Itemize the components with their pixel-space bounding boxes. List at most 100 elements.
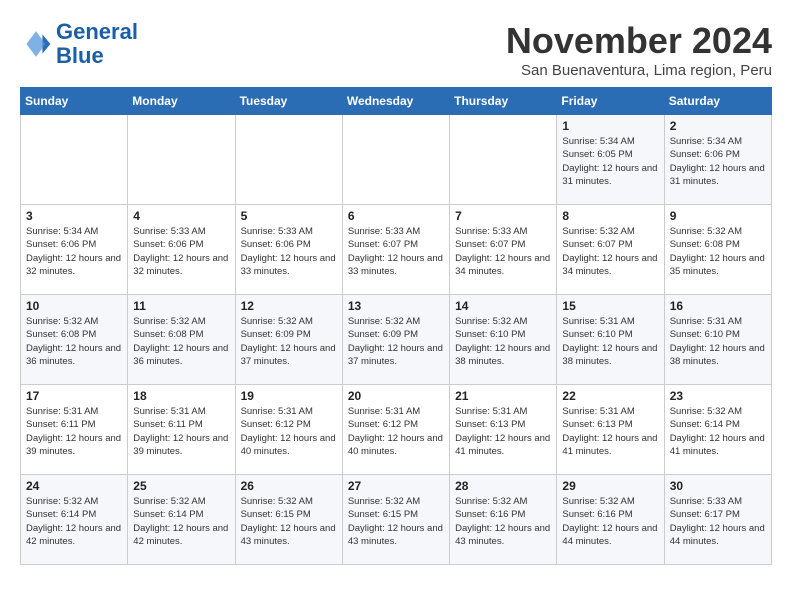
- calendar-cell: 22 Sunrise: 5:31 AM Sunset: 6:13 PM Dayli…: [557, 385, 664, 475]
- day-number: 1: [562, 119, 658, 133]
- day-info: Sunrise: 5:33 AM Sunset: 6:07 PM Dayligh…: [455, 225, 551, 278]
- day-number: 9: [670, 209, 766, 223]
- calendar-cell: 25 Sunrise: 5:32 AM Sunset: 6:14 PM Dayli…: [128, 475, 235, 565]
- calendar-cell: 1 Sunrise: 5:34 AM Sunset: 6:05 PM Daylig…: [557, 115, 664, 205]
- day-info: Sunrise: 5:32 AM Sunset: 6:14 PM Dayligh…: [133, 495, 229, 548]
- day-number: 2: [670, 119, 766, 133]
- calendar-cell: [342, 115, 449, 205]
- calendar-cell: 10 Sunrise: 5:32 AM Sunset: 6:08 PM Dayli…: [21, 295, 128, 385]
- calendar-table: SundayMondayTuesdayWednesdayThursdayFrid…: [20, 87, 772, 565]
- calendar-cell: 15 Sunrise: 5:31 AM Sunset: 6:10 PM Dayli…: [557, 295, 664, 385]
- day-info: Sunrise: 5:31 AM Sunset: 6:13 PM Dayligh…: [562, 405, 658, 458]
- day-number: 15: [562, 299, 658, 313]
- day-number: 5: [241, 209, 337, 223]
- calendar-cell: 5Sunrise: 5:33 AM Sunset: 6:06 PM Daylig…: [235, 205, 342, 295]
- day-info: Sunrise: 5:33 AM Sunset: 6:06 PM Dayligh…: [133, 225, 229, 278]
- month-title: November 2024: [506, 20, 772, 62]
- subtitle: San Buenaventura, Lima region, Peru: [506, 62, 772, 79]
- calendar-cell: 24 Sunrise: 5:32 AM Sunset: 6:14 PM Dayli…: [21, 475, 128, 565]
- calendar-cell: 6 Sunrise: 5:33 AM Sunset: 6:07 PM Daylig…: [342, 205, 449, 295]
- day-info: Sunrise: 5:32 AM Sunset: 6:10 PM Dayligh…: [455, 315, 551, 368]
- calendar-cell: 7 Sunrise: 5:33 AM Sunset: 6:07 PM Daylig…: [450, 205, 557, 295]
- calendar-cell: 9Sunrise: 5:32 AM Sunset: 6:08 PM Daylig…: [664, 205, 771, 295]
- weekday-header: Saturday: [664, 88, 771, 115]
- calendar-week-row: 24 Sunrise: 5:32 AM Sunset: 6:14 PM Dayli…: [21, 475, 772, 565]
- day-info: Sunrise: 5:31 AM Sunset: 6:10 PM Dayligh…: [670, 315, 766, 368]
- day-info: Sunrise: 5:33 AM Sunset: 6:07 PM Dayligh…: [348, 225, 444, 278]
- day-number: 10: [26, 299, 122, 313]
- calendar-week-row: 1 Sunrise: 5:34 AM Sunset: 6:05 PM Daylig…: [21, 115, 772, 205]
- calendar-week-row: 17Sunrise: 5:31 AM Sunset: 6:11 PM Dayli…: [21, 385, 772, 475]
- day-number: 25: [133, 479, 229, 493]
- day-info: Sunrise: 5:31 AM Sunset: 6:11 PM Dayligh…: [133, 405, 229, 458]
- calendar-cell: 4 Sunrise: 5:33 AM Sunset: 6:06 PM Daylig…: [128, 205, 235, 295]
- calendar-cell: 16 Sunrise: 5:31 AM Sunset: 6:10 PM Dayli…: [664, 295, 771, 385]
- day-number: 24: [26, 479, 122, 493]
- calendar-cell: 27 Sunrise: 5:32 AM Sunset: 6:15 PM Dayli…: [342, 475, 449, 565]
- calendar-header-row: SundayMondayTuesdayWednesdayThursdayFrid…: [21, 88, 772, 115]
- calendar-cell: 14 Sunrise: 5:32 AM Sunset: 6:10 PM Dayli…: [450, 295, 557, 385]
- day-number: 14: [455, 299, 551, 313]
- day-number: 6: [348, 209, 444, 223]
- logo: General Blue: [20, 20, 138, 68]
- day-number: 22: [562, 389, 658, 403]
- calendar-cell: 30Sunrise: 5:33 AM Sunset: 6:17 PM Dayli…: [664, 475, 771, 565]
- calendar-body: 1 Sunrise: 5:34 AM Sunset: 6:05 PM Daylig…: [21, 115, 772, 565]
- day-info: Sunrise: 5:34 AM Sunset: 6:06 PM Dayligh…: [670, 135, 766, 188]
- weekday-header: Thursday: [450, 88, 557, 115]
- calendar-cell: 12Sunrise: 5:32 AM Sunset: 6:09 PM Dayli…: [235, 295, 342, 385]
- calendar-week-row: 3 Sunrise: 5:34 AM Sunset: 6:06 PM Daylig…: [21, 205, 772, 295]
- day-info: Sunrise: 5:32 AM Sunset: 6:07 PM Dayligh…: [562, 225, 658, 278]
- day-info: Sunrise: 5:32 AM Sunset: 6:16 PM Dayligh…: [562, 495, 658, 548]
- day-info: Sunrise: 5:33 AM Sunset: 6:17 PM Dayligh…: [670, 495, 766, 548]
- title-block: November 2024 San Buenaventura, Lima reg…: [506, 20, 772, 79]
- weekday-header: Wednesday: [342, 88, 449, 115]
- calendar-cell: [450, 115, 557, 205]
- calendar-cell: 13 Sunrise: 5:32 AM Sunset: 6:09 PM Dayli…: [342, 295, 449, 385]
- day-number: 4: [133, 209, 229, 223]
- day-number: 29: [562, 479, 658, 493]
- calendar-cell: 3 Sunrise: 5:34 AM Sunset: 6:06 PM Daylig…: [21, 205, 128, 295]
- day-number: 18: [133, 389, 229, 403]
- day-info: Sunrise: 5:32 AM Sunset: 6:15 PM Dayligh…: [241, 495, 337, 548]
- day-info: Sunrise: 5:31 AM Sunset: 6:12 PM Dayligh…: [241, 405, 337, 458]
- day-number: 11: [133, 299, 229, 313]
- weekday-header: Monday: [128, 88, 235, 115]
- day-info: Sunrise: 5:32 AM Sunset: 6:09 PM Dayligh…: [348, 315, 444, 368]
- day-info: Sunrise: 5:34 AM Sunset: 6:06 PM Dayligh…: [26, 225, 122, 278]
- day-number: 28: [455, 479, 551, 493]
- weekday-header: Friday: [557, 88, 664, 115]
- calendar-cell: 26 Sunrise: 5:32 AM Sunset: 6:15 PM Dayli…: [235, 475, 342, 565]
- calendar-cell: 8 Sunrise: 5:32 AM Sunset: 6:07 PM Daylig…: [557, 205, 664, 295]
- day-number: 3: [26, 209, 122, 223]
- day-number: 21: [455, 389, 551, 403]
- day-number: 26: [241, 479, 337, 493]
- calendar-cell: 21 Sunrise: 5:31 AM Sunset: 6:13 PM Dayli…: [450, 385, 557, 475]
- calendar-cell: [128, 115, 235, 205]
- day-number: 16: [670, 299, 766, 313]
- calendar-cell: 18 Sunrise: 5:31 AM Sunset: 6:11 PM Dayli…: [128, 385, 235, 475]
- calendar-cell: [235, 115, 342, 205]
- day-info: Sunrise: 5:31 AM Sunset: 6:12 PM Dayligh…: [348, 405, 444, 458]
- day-info: Sunrise: 5:32 AM Sunset: 6:14 PM Dayligh…: [26, 495, 122, 548]
- day-number: 8: [562, 209, 658, 223]
- calendar-week-row: 10 Sunrise: 5:32 AM Sunset: 6:08 PM Dayli…: [21, 295, 772, 385]
- day-number: 20: [348, 389, 444, 403]
- calendar-cell: 19Sunrise: 5:31 AM Sunset: 6:12 PM Dayli…: [235, 385, 342, 475]
- day-number: 13: [348, 299, 444, 313]
- day-info: Sunrise: 5:32 AM Sunset: 6:08 PM Dayligh…: [133, 315, 229, 368]
- page-header: General Blue November 2024 San Buenavent…: [20, 20, 772, 79]
- day-info: Sunrise: 5:31 AM Sunset: 6:10 PM Dayligh…: [562, 315, 658, 368]
- day-number: 27: [348, 479, 444, 493]
- day-info: Sunrise: 5:34 AM Sunset: 6:05 PM Dayligh…: [562, 135, 658, 188]
- day-number: 7: [455, 209, 551, 223]
- weekday-header: Tuesday: [235, 88, 342, 115]
- calendar-cell: 11 Sunrise: 5:32 AM Sunset: 6:08 PM Dayli…: [128, 295, 235, 385]
- day-info: Sunrise: 5:32 AM Sunset: 6:15 PM Dayligh…: [348, 495, 444, 548]
- calendar-cell: 17Sunrise: 5:31 AM Sunset: 6:11 PM Dayli…: [21, 385, 128, 475]
- logo-text: General Blue: [56, 20, 138, 68]
- day-info: Sunrise: 5:32 AM Sunset: 6:08 PM Dayligh…: [26, 315, 122, 368]
- day-info: Sunrise: 5:32 AM Sunset: 6:16 PM Dayligh…: [455, 495, 551, 548]
- calendar-cell: 2 Sunrise: 5:34 AM Sunset: 6:06 PM Daylig…: [664, 115, 771, 205]
- day-info: Sunrise: 5:31 AM Sunset: 6:13 PM Dayligh…: [455, 405, 551, 458]
